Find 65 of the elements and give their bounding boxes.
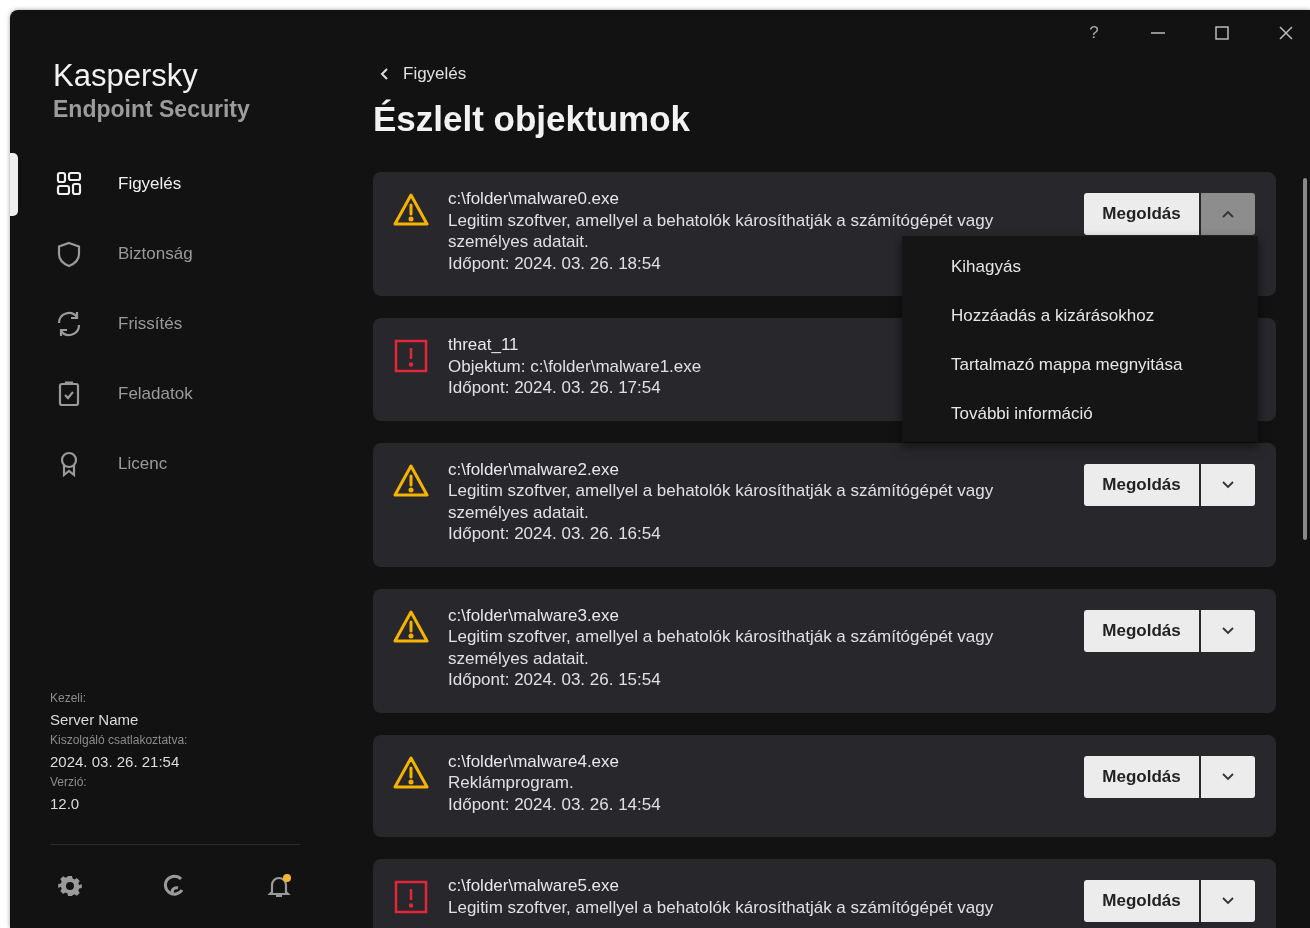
warning-triangle-icon — [393, 192, 429, 228]
page-title: Észlelt objektumok — [373, 98, 691, 140]
alert-square-icon — [393, 879, 429, 915]
resolve-button[interactable]: Megoldás — [1084, 755, 1199, 798]
resolve-button[interactable]: Megoldás — [1084, 880, 1199, 922]
brand-name: Kaspersky — [53, 58, 198, 94]
expand-button[interactable] — [1201, 463, 1255, 506]
grid-icon — [55, 170, 83, 198]
caret-icon — [1221, 479, 1235, 490]
object-path: c:\folder\malware4.exe — [448, 750, 620, 772]
detection-detail: Reklámprogram. — [448, 772, 574, 794]
sidebar-item[interactable]: Feladatok — [10, 359, 350, 429]
minimize-icon — [1150, 32, 1166, 34]
product-name: Endpoint Security — [53, 95, 250, 124]
info-label: Kezeli: — [50, 690, 87, 707]
caret-icon — [1221, 771, 1235, 782]
maximize-icon — [1214, 25, 1230, 41]
info-value: 2024. 03. 26. 21:54 — [50, 752, 180, 772]
sidebar-item[interactable]: Biztonság — [10, 219, 350, 289]
menu-item[interactable]: Hozzáadás a kizárásokhoz — [902, 291, 1258, 340]
caret-icon — [1221, 209, 1235, 219]
caret-icon — [1221, 625, 1235, 636]
menu-item[interactable]: További információ — [902, 389, 1258, 438]
close-icon — [1278, 25, 1294, 41]
detection-detail: Objektum: c:\folder\malware1.exe — [448, 355, 702, 377]
warning-triangle-icon — [393, 608, 429, 645]
settings-icon[interactable] — [58, 874, 82, 898]
info-label: Verzió: — [50, 774, 87, 791]
scrollbar[interactable] — [1303, 178, 1307, 540]
expand-button[interactable] — [1201, 609, 1255, 652]
alert-square-icon — [393, 338, 429, 374]
warning-triangle-icon — [393, 462, 429, 499]
detection-detail: Időpont: 2024. 03. 26. 18:54 — [448, 252, 661, 274]
detection-detail: Időpont: 2024. 03. 26. 15:54 — [448, 669, 661, 691]
info-label: Kiszolgáló csatlakoztatva: — [50, 732, 188, 749]
warning-triangle-icon — [393, 754, 429, 791]
detection-detail: Időpont: 2024. 03. 26. 14:54 — [448, 793, 661, 815]
sidebar-item[interactable]: Frissítés — [10, 289, 350, 359]
refresh-icon — [55, 310, 83, 338]
detection-detail: Legitim szoftver, amellyel a behatolók károsíthatják a számítógépét vagy személyes adatait. — [448, 626, 995, 669]
resolve-button[interactable]: Megoldás — [1084, 463, 1199, 506]
notification-bell-icon[interactable] — [266, 873, 292, 899]
back-link[interactable]: Figyelés — [373, 46, 467, 84]
detection-detail: Időpont: 2024. 03. 26. 16:54 — [448, 523, 661, 545]
object-path: c:\folder\malware2.exe — [448, 458, 620, 480]
info-value: Server Name — [50, 710, 139, 730]
object-path: threat_11 — [448, 334, 519, 356]
sidebar-item[interactable]: Figyelés — [10, 149, 350, 219]
detection-detail: Időpont: 2024. 03. 26. 17:54 — [448, 377, 661, 399]
expand-button[interactable] — [1201, 755, 1255, 798]
caret-icon — [1221, 896, 1235, 906]
info-value: 12.0 — [50, 794, 80, 814]
support-icon[interactable] — [162, 874, 186, 898]
object-path: c:\folder\malware0.exe — [448, 188, 620, 210]
object-path: c:\folder\malware5.exe — [448, 875, 620, 897]
detection-detail: Legitim szoftver, amellyel a behatolók károsíthatják a számítógépét vagy személyes adatait. — [448, 480, 995, 523]
object-path: c:\folder\malware3.exe — [448, 604, 620, 626]
resolve-button[interactable]: Megoldás — [1084, 609, 1199, 652]
resolve-button[interactable]: Megoldás — [1084, 193, 1199, 235]
shield-icon — [55, 240, 83, 268]
chevron-left-icon — [379, 67, 391, 81]
help-button[interactable]: ? — [1076, 20, 1112, 46]
menu-item[interactable]: Tartalmazó mappa megnyitása — [902, 340, 1258, 389]
sidebar-item[interactable]: Licenc — [10, 429, 350, 499]
detection-detail: Legitim szoftver, amellyel a behatolók károsíthatják a számítógépét vagy — [448, 896, 994, 918]
